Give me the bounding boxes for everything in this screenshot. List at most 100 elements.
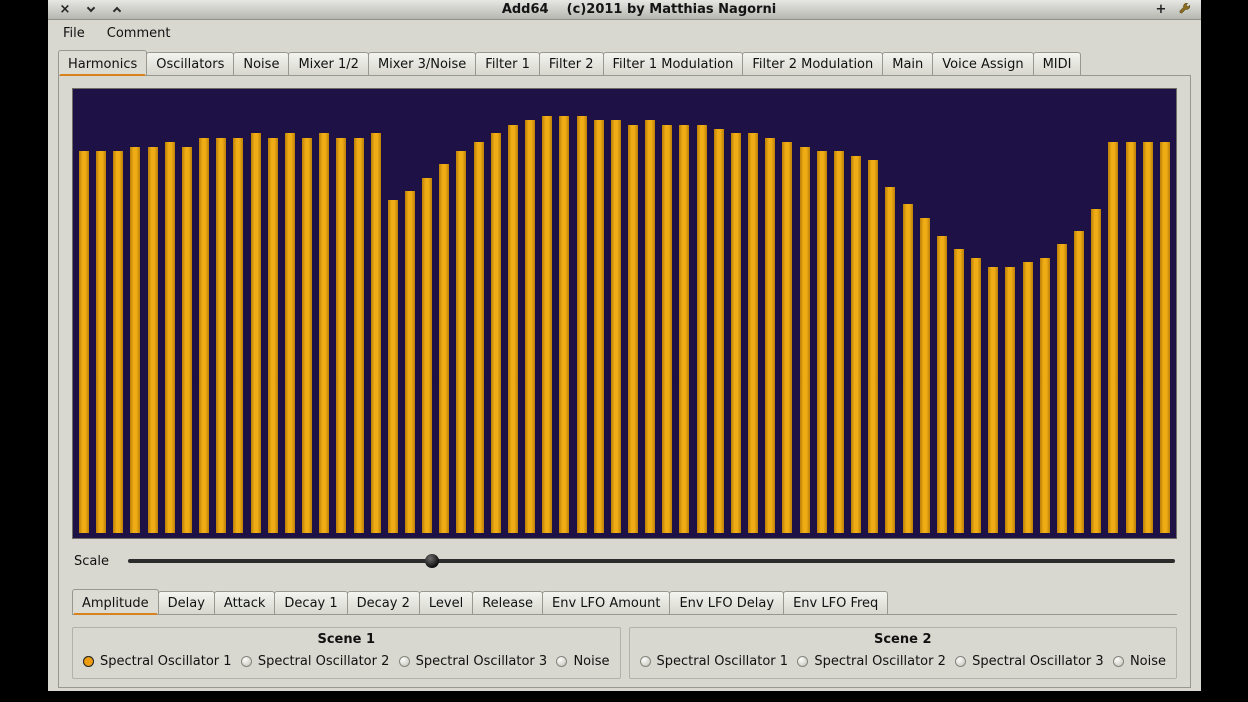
radio-scene1-spectral-oscillator-1[interactable]: Spectral Oscillator 1 xyxy=(83,654,232,669)
radio-scene2-spectral-oscillator-2[interactable]: Spectral Oscillator 2 xyxy=(797,654,946,669)
tab-decay-1[interactable]: Decay 1 xyxy=(274,591,347,614)
harmonic-bar-19[interactable] xyxy=(388,200,398,533)
radio-scene1-spectral-oscillator-3[interactable]: Spectral Oscillator 3 xyxy=(399,654,548,669)
harmonic-bar-43[interactable] xyxy=(800,147,810,533)
harmonics-plot[interactable] xyxy=(72,88,1177,539)
harmonic-bar-48[interactable] xyxy=(885,187,895,533)
menu-item-file[interactable]: File xyxy=(60,24,88,43)
tools-button[interactable] xyxy=(1177,2,1191,17)
tab-noise[interactable]: Noise xyxy=(233,52,289,75)
tab-harmonics[interactable]: Harmonics xyxy=(58,50,147,75)
harmonic-bar-18[interactable] xyxy=(371,133,381,533)
tab-main[interactable]: Main xyxy=(882,52,933,75)
harmonic-bar-16[interactable] xyxy=(336,138,346,533)
harmonic-bar-63[interactable] xyxy=(1143,142,1153,533)
tab-level[interactable]: Level xyxy=(419,591,473,614)
harmonic-bar-3[interactable] xyxy=(113,151,123,533)
harmonic-bar-22[interactable] xyxy=(439,164,449,533)
plus-button[interactable]: + xyxy=(1154,2,1168,17)
harmonic-bar-61[interactable] xyxy=(1108,142,1118,533)
harmonic-bar-60[interactable] xyxy=(1091,209,1101,533)
radio-scene1-noise[interactable]: Noise xyxy=(556,654,609,669)
harmonic-bar-38[interactable] xyxy=(714,129,724,533)
tab-mixer-3-noise[interactable]: Mixer 3/Noise xyxy=(368,52,476,75)
harmonic-bar-11[interactable] xyxy=(251,133,261,533)
radio-dot[interactable] xyxy=(399,656,410,667)
tab-delay[interactable]: Delay xyxy=(158,591,215,614)
harmonic-bar-57[interactable] xyxy=(1040,258,1050,533)
harmonic-bar-6[interactable] xyxy=(165,142,175,533)
harmonic-bar-25[interactable] xyxy=(491,133,501,533)
harmonic-bar-13[interactable] xyxy=(285,133,295,533)
harmonic-bar-29[interactable] xyxy=(559,116,569,533)
radio-dot[interactable] xyxy=(83,656,94,667)
scale-slider-handle[interactable] xyxy=(425,554,439,568)
harmonic-bar-32[interactable] xyxy=(611,120,621,533)
harmonic-bar-53[interactable] xyxy=(971,258,981,533)
harmonic-bar-2[interactable] xyxy=(96,151,106,533)
tab-filter-1[interactable]: Filter 1 xyxy=(475,52,540,75)
harmonic-bar-8[interactable] xyxy=(199,138,209,533)
harmonic-bar-10[interactable] xyxy=(233,138,243,533)
harmonic-bar-23[interactable] xyxy=(456,151,466,533)
harmonic-bar-9[interactable] xyxy=(216,138,226,533)
harmonic-bar-41[interactable] xyxy=(765,138,775,533)
harmonic-bar-50[interactable] xyxy=(920,218,930,533)
harmonic-bar-5[interactable] xyxy=(148,147,158,533)
harmonic-bar-47[interactable] xyxy=(868,160,878,533)
tab-midi[interactable]: MIDI xyxy=(1033,52,1082,75)
tab-env-lfo-freq[interactable]: Env LFO Freq xyxy=(783,591,888,614)
harmonic-bar-39[interactable] xyxy=(731,133,741,533)
harmonic-bar-27[interactable] xyxy=(525,120,535,533)
harmonic-bar-49[interactable] xyxy=(903,204,913,533)
harmonic-bar-37[interactable] xyxy=(697,125,707,533)
radio-scene1-spectral-oscillator-2[interactable]: Spectral Oscillator 2 xyxy=(241,654,390,669)
radio-scene2-noise[interactable]: Noise xyxy=(1113,654,1166,669)
harmonic-bar-7[interactable] xyxy=(182,147,192,533)
harmonic-bar-14[interactable] xyxy=(302,138,312,533)
harmonic-bar-54[interactable] xyxy=(988,267,998,533)
radio-dot[interactable] xyxy=(556,656,567,667)
shade-button[interactable] xyxy=(84,2,98,17)
harmonic-bar-34[interactable] xyxy=(645,120,655,533)
harmonic-bar-35[interactable] xyxy=(662,125,672,533)
harmonic-bar-55[interactable] xyxy=(1005,267,1015,533)
harmonic-bar-28[interactable] xyxy=(542,116,552,533)
radio-scene2-spectral-oscillator-1[interactable]: Spectral Oscillator 1 xyxy=(640,654,789,669)
harmonic-bar-20[interactable] xyxy=(405,191,415,533)
menu-item-comment[interactable]: Comment xyxy=(104,24,174,43)
radio-scene2-spectral-oscillator-3[interactable]: Spectral Oscillator 3 xyxy=(955,654,1104,669)
tab-filter-2[interactable]: Filter 2 xyxy=(539,52,604,75)
radio-dot[interactable] xyxy=(955,656,966,667)
tab-env-lfo-amount[interactable]: Env LFO Amount xyxy=(542,591,670,614)
harmonic-bar-26[interactable] xyxy=(508,125,518,533)
harmonic-bar-24[interactable] xyxy=(474,142,484,533)
harmonic-bar-31[interactable] xyxy=(594,120,604,533)
radio-dot[interactable] xyxy=(640,656,651,667)
harmonic-bar-4[interactable] xyxy=(130,147,140,533)
tab-release[interactable]: Release xyxy=(472,591,543,614)
harmonic-bar-52[interactable] xyxy=(954,249,964,533)
harmonic-bar-46[interactable] xyxy=(851,156,861,533)
harmonic-bar-45[interactable] xyxy=(834,151,844,533)
tab-oscillators[interactable]: Oscillators xyxy=(146,52,234,75)
harmonic-bar-62[interactable] xyxy=(1126,142,1136,533)
harmonic-bar-12[interactable] xyxy=(268,138,278,533)
harmonic-bar-59[interactable] xyxy=(1074,231,1084,533)
harmonic-bar-21[interactable] xyxy=(422,178,432,533)
harmonic-bar-40[interactable] xyxy=(748,133,758,533)
scale-slider[interactable] xyxy=(128,559,1175,563)
harmonic-bar-64[interactable] xyxy=(1160,142,1170,533)
unshade-button[interactable] xyxy=(110,2,124,17)
radio-dot[interactable] xyxy=(241,656,252,667)
harmonic-bar-36[interactable] xyxy=(679,125,689,533)
tab-decay-2[interactable]: Decay 2 xyxy=(347,591,420,614)
tab-voice-assign[interactable]: Voice Assign xyxy=(932,52,1033,75)
harmonic-bar-30[interactable] xyxy=(577,116,587,533)
tab-filter-1-modulation[interactable]: Filter 1 Modulation xyxy=(603,52,744,75)
harmonic-bar-58[interactable] xyxy=(1057,244,1067,533)
tab-attack[interactable]: Attack xyxy=(214,591,276,614)
harmonic-bar-42[interactable] xyxy=(782,142,792,533)
tab-env-lfo-delay[interactable]: Env LFO Delay xyxy=(669,591,784,614)
radio-dot[interactable] xyxy=(1113,656,1124,667)
